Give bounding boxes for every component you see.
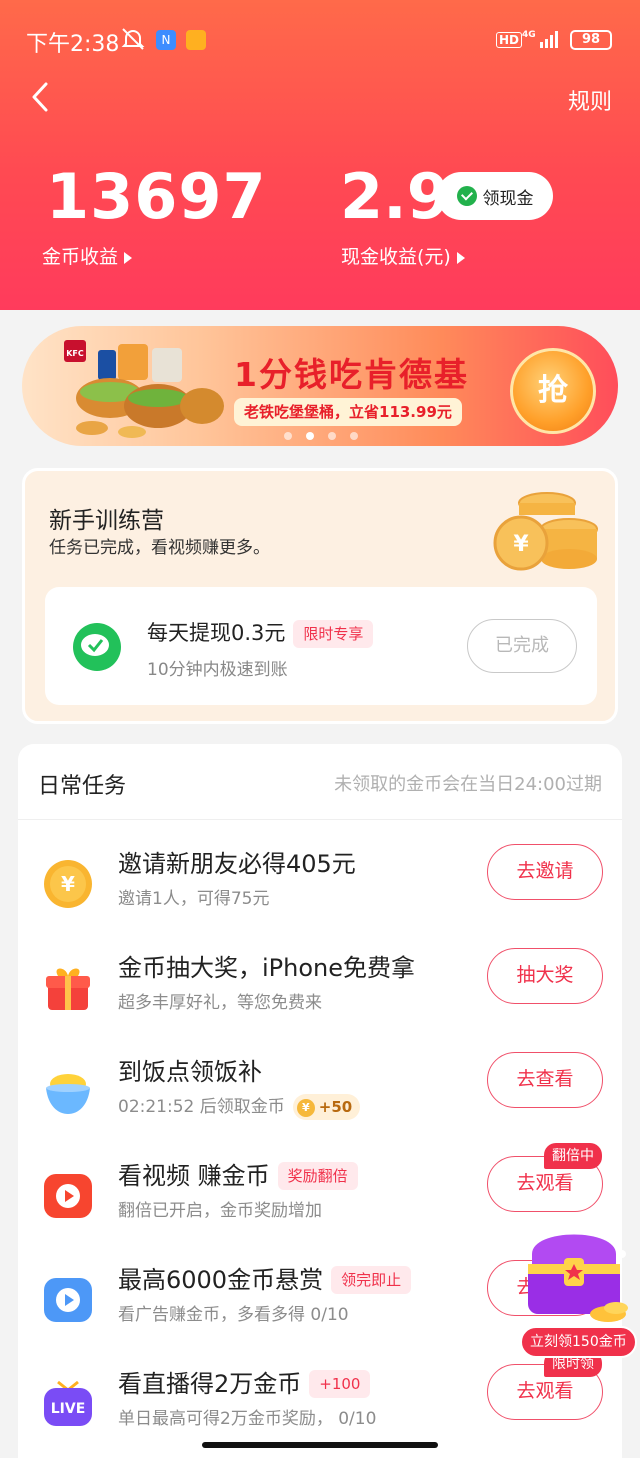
wechat-icon (73, 623, 121, 671)
task-title: 邀请新朋友必得405元 (118, 850, 356, 878)
carousel-dot-active[interactable] (306, 432, 314, 440)
carousel-dot[interactable] (328, 432, 336, 440)
completed-button[interactable]: 已完成 (467, 619, 577, 673)
live-icon: LIVE (44, 1380, 92, 1426)
task-title-text: 看视频 赚金币 (118, 1162, 270, 1190)
coin-earnings-link[interactable]: 金币收益 (42, 242, 133, 269)
wechat-check-icon (456, 186, 477, 206)
doubling-badge: 翻倍中 (544, 1143, 602, 1169)
status-time: 下午2:38 (26, 32, 120, 57)
status-bar: 下午2:38 N HD 4G 98 (0, 0, 640, 80)
svg-text:LIVE: LIVE (51, 1401, 86, 1417)
lottery-button[interactable]: 抽大奖 (487, 948, 603, 1004)
coin-icon: ¥ (44, 860, 92, 908)
task-subtitle: 02:21:52 后领取金币 ¥ +50 (118, 1092, 361, 1120)
cash-earnings-label: 现金收益(元) (341, 246, 451, 268)
banner-title: 1分钱吃肯德基 (234, 355, 469, 394)
task-title-text: 看直播得2万金币 (118, 1370, 302, 1398)
withdraw-task-subtitle: 10分钟内极速到账 (147, 660, 288, 680)
view-button[interactable]: 去查看 (487, 1052, 603, 1108)
task-title: 金币抽大奖，iPhone免费拿 (118, 954, 416, 982)
limited-stock-tag: 领完即止 (331, 1266, 412, 1294)
coin-reward-badge: ¥ +50 (292, 1094, 361, 1120)
floating-treasure-chest[interactable]: 立刻领150金币 (512, 1214, 637, 1364)
kfc-food-icon: KFC (64, 340, 224, 438)
battery-indicator: 98 (570, 30, 612, 50)
task-subtitle: 看广告赚金币，多看多得 0/10 (118, 1305, 349, 1325)
nfc-icon: N (156, 30, 176, 50)
svg-text:KFC: KFC (66, 349, 84, 358)
coin-earnings-value: 13697 (46, 160, 267, 233)
carousel-dot[interactable] (284, 432, 292, 440)
coin-stack-icon: ¥ (493, 492, 598, 571)
carousel-dot[interactable] (350, 432, 358, 440)
home-indicator[interactable] (202, 1442, 438, 1448)
task-title: 看视频 赚金币 奖励翻倍 (118, 1156, 358, 1191)
video-play-icon (44, 1174, 92, 1218)
task-title: 到饭点领饭补 (118, 1058, 262, 1086)
gift-icon (46, 968, 90, 1010)
treasure-chest-icon (528, 1234, 628, 1322)
grab-button[interactable]: 抢 (510, 348, 596, 434)
cash-earnings-value: 2.9 (340, 160, 450, 233)
triangle-right-icon (124, 251, 133, 264)
watch-video-button[interactable]: 去观看 翻倍中 (487, 1143, 603, 1212)
back-arrow-icon[interactable] (26, 80, 56, 114)
chest-reward-label: 立刻领150金币 (520, 1326, 637, 1358)
countdown-text: 02:21:52 后领取金币 (118, 1097, 285, 1117)
mute-bell-icon (121, 28, 145, 50)
bonus-tag: +100 (309, 1370, 371, 1398)
carousel-indicator (284, 432, 358, 440)
task-invite: ¥ 邀请新朋友必得405元 邀请1人，可得75元 去邀请 (18, 844, 622, 948)
svg-text:4G: 4G (522, 30, 536, 40)
reward-double-tag: 奖励翻倍 (277, 1162, 358, 1190)
task-subtitle: 超多丰厚好礼，等您免费来 (118, 993, 322, 1013)
watch-live-button[interactable]: 去观看 限时领 (487, 1351, 603, 1420)
training-title: 新手训练营 (49, 508, 164, 534)
daily-tasks-title: 日常任务 (38, 774, 127, 799)
limited-tag: 限时专享 (293, 620, 374, 648)
coin-reward-value: +50 (318, 1098, 353, 1116)
task-lottery: 金币抽大奖，iPhone免费拿 超多丰厚好礼，等您免费来 抽大奖 (18, 948, 622, 1052)
training-subtitle: 任务已完成，看视频赚更多。 (49, 538, 270, 558)
invite-button[interactable]: 去邀请 (487, 844, 603, 900)
svg-text:¥: ¥ (61, 872, 75, 896)
task-title: 看直播得2万金币 +100 (118, 1364, 371, 1399)
daily-tasks-header: 日常任务 未领取的金币会在当日24:00过期 (18, 744, 622, 820)
notification-app-icon (186, 30, 206, 50)
withdraw-cash-label: 领现金 (482, 188, 534, 209)
header: 下午2:38 N HD 4G 98 规则 13697 金币收益 2.9 现金收益… (0, 0, 640, 310)
hd-icon: HD (496, 32, 523, 48)
signal-icon: 4G (522, 30, 558, 48)
triangle-right-icon (456, 251, 465, 264)
watch-video-label: 去观看 (516, 1172, 574, 1194)
expiry-note: 未领取的金币会在当日24:00过期 (334, 774, 602, 795)
cash-earnings-link[interactable]: 现金收益(元) (341, 242, 465, 269)
watch-live-label: 去观看 (516, 1380, 574, 1402)
task-meal-subsidy: 到饭点领饭补 02:21:52 后领取金币 ¥ +50 去查看 (18, 1052, 622, 1156)
newbie-training-section: 新手训练营 任务已完成，看视频赚更多。 ¥ 每天提现0.3元 限时专享 10分钟内… (22, 468, 618, 724)
coin-earnings-label: 金币收益 (42, 246, 119, 268)
rules-link[interactable]: 规则 (568, 84, 612, 116)
banner-subtitle: 老铁吃堡堡桶，立省113.99元 (234, 398, 462, 426)
svg-text:¥: ¥ (513, 532, 529, 557)
rice-bowl-icon (46, 1074, 90, 1114)
task-subtitle: 邀请1人，可得75元 (118, 889, 270, 909)
task-subtitle: 单日最高可得2万金币奖励， 0/10 (118, 1409, 377, 1429)
withdraw-task-card: 每天提现0.3元 限时专享 10分钟内极速到账 已完成 (45, 587, 597, 705)
task-title: 最高6000金币悬赏 领完即止 (118, 1260, 412, 1295)
coin-icon: ¥ (296, 1099, 315, 1117)
withdraw-task-title: 每天提现0.3元 限时专享 (147, 617, 374, 648)
task-subtitle: 翻倍已开启，金币奖励增加 (118, 1201, 322, 1221)
withdraw-cash-button[interactable]: 领现金 (437, 172, 553, 220)
withdraw-task-title-text: 每天提现0.3元 (147, 621, 286, 645)
kfc-promo-banner[interactable]: KFC 1分钱吃肯德基 老铁吃堡堡桶，立省113.99元 抢 (22, 326, 618, 446)
task-title-text: 最高6000金币悬赏 (118, 1266, 324, 1294)
ad-play-icon (44, 1278, 92, 1322)
